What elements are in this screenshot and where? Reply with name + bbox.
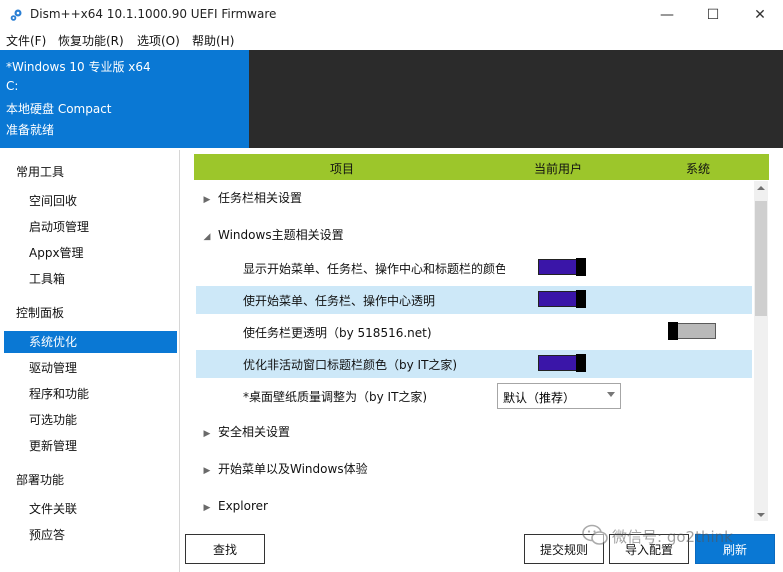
category-startmenu[interactable]: ▶ 开始菜单以及Windows体验 [196,457,752,481]
toggle-knob [576,258,586,276]
system-toggle[interactable] [668,322,716,340]
column-header-current-user[interactable]: 当前用户 [534,160,582,177]
wallpaper-quality-select[interactable]: 默认（推荐） [497,383,621,409]
expand-arrow-icon[interactable]: ▶ [196,188,218,212]
expand-arrow-icon[interactable]: ▶ [196,496,218,520]
os-name: *Windows 10 专业版 x64 [6,60,151,74]
find-button[interactable]: 查找 [185,534,265,564]
sidebar-item-space-cleanup[interactable]: 空间回收 [4,190,177,212]
sidebar-item-system-optimize[interactable]: 系统优化 [4,331,177,353]
sidebar-header-deploy: 部署功能 [16,473,65,487]
watermark: 微信号: go2think [580,520,780,552]
status-text: 准备就绪 [6,123,55,137]
category-label: 安全相关设置 [218,425,291,439]
menu-file[interactable]: 文件(F) [6,32,46,49]
setting-row: *桌面壁纸质量调整为（by IT之家) [196,382,752,410]
minimize-button[interactable]: — [644,0,690,30]
toggle-knob [576,290,586,308]
category-label: 开始菜单以及Windows体验 [218,462,368,476]
sidebar-item-programs[interactable]: 程序和功能 [4,383,177,405]
category-label: Explorer [218,499,268,513]
menu-help[interactable]: 帮助(H) [192,32,234,49]
setting-label: 显示开始菜单、任务栏、操作中心和标题栏的颜色 [243,262,505,276]
toggle-knob [576,354,586,372]
setting-label: 使任务栏更透明（by 518516.net) [243,326,432,340]
sidebar-item-file-assoc[interactable]: 文件关联 [4,498,177,520]
sidebar-item-updates[interactable]: 更新管理 [4,435,177,457]
collapse-arrow-icon[interactable]: ◢ [196,225,218,249]
setting-label: 使开始菜单、任务栏、操作中心透明 [243,294,436,308]
toggle-knob [668,322,678,340]
drive-letter: C: [6,79,19,93]
sidebar-header-common-tools: 常用工具 [16,165,65,179]
disk-info: 本地硬盘 Compact [6,102,112,116]
category-label: 任务栏相关设置 [218,191,303,205]
sidebar-item-drivers[interactable]: 驱动管理 [4,357,177,379]
menu-bar: 文件(F) 恢复功能(R) 选项(O) 帮助(H) [0,30,783,50]
menu-options[interactable]: 选项(O) [137,32,180,49]
setting-row: 使开始菜单、任务栏、操作中心透明 [196,286,752,314]
current-user-toggle[interactable] [538,258,586,276]
setting-row: 优化非活动窗口标题栏颜色（by IT之家) [196,350,752,378]
category-label: Windows主题相关设置 [218,228,344,242]
expand-arrow-icon[interactable]: ▶ [196,422,218,446]
scrollbar-thumb[interactable] [755,201,767,316]
category-security[interactable]: ▶ 安全相关设置 [196,420,752,444]
select-value: 默认（推荐） [503,391,576,405]
session-info-panel[interactable]: *Windows 10 专业版 x64 C: 本地硬盘 Compact 准备就绪 [0,50,249,148]
window-title: Dism++x64 10.1.1000.90 UEFI Firmware [30,7,277,21]
sidebar-item-answer-file[interactable]: 预应答 [4,524,177,546]
sidebar-item-optional-features[interactable]: 可选功能 [4,409,177,431]
column-header-system[interactable]: 系统 [686,160,710,177]
sidebar-item-startup[interactable]: 启动项管理 [4,216,177,238]
current-user-toggle[interactable] [538,290,586,308]
column-header-item[interactable]: 项目 [330,160,354,177]
menu-restore[interactable]: 恢复功能(R) [58,32,124,49]
setting-label: 优化非活动窗口标题栏颜色（by IT之家) [243,358,458,372]
scroll-down-icon[interactable] [757,513,765,517]
setting-row: 使任务栏更透明（by 518516.net) [196,318,752,346]
sidebar-item-toolbox[interactable]: 工具箱 [4,268,177,290]
wechat-icon [582,524,608,545]
chevron-down-icon [607,392,615,397]
category-theme[interactable]: ◢ Windows主题相关设置 [196,223,752,247]
settings-table-header: 项目 当前用户 系统 [194,154,769,180]
setting-row: 显示开始菜单、任务栏、操作中心和标题栏的颜色 [196,254,752,282]
maximize-button[interactable]: ☐ [690,0,736,30]
expand-arrow-icon[interactable]: ▶ [196,459,218,483]
category-taskbar[interactable]: ▶ 任务栏相关设置 [196,186,752,210]
category-explorer[interactable]: ▶ Explorer [196,494,752,518]
watermark-text: 微信号: go2think [612,528,733,546]
sidebar-item-appx[interactable]: Appx管理 [4,242,177,264]
session-list-area[interactable] [249,50,783,148]
scroll-up-icon[interactable] [757,186,765,190]
setting-label: *桌面壁纸质量调整为（by IT之家) [243,390,428,404]
sidebar-header-control-panel: 控制面板 [16,306,65,320]
close-button[interactable]: ✕ [737,0,783,30]
current-user-toggle[interactable] [538,354,586,372]
app-gear-icon [10,9,22,21]
sidebar: 常用工具 空间回收 启动项管理 Appx管理 工具箱 控制面板 系统优化 驱动管… [0,150,180,572]
title-bar: Dism++x64 10.1.1000.90 UEFI Firmware — ☐… [0,0,783,30]
